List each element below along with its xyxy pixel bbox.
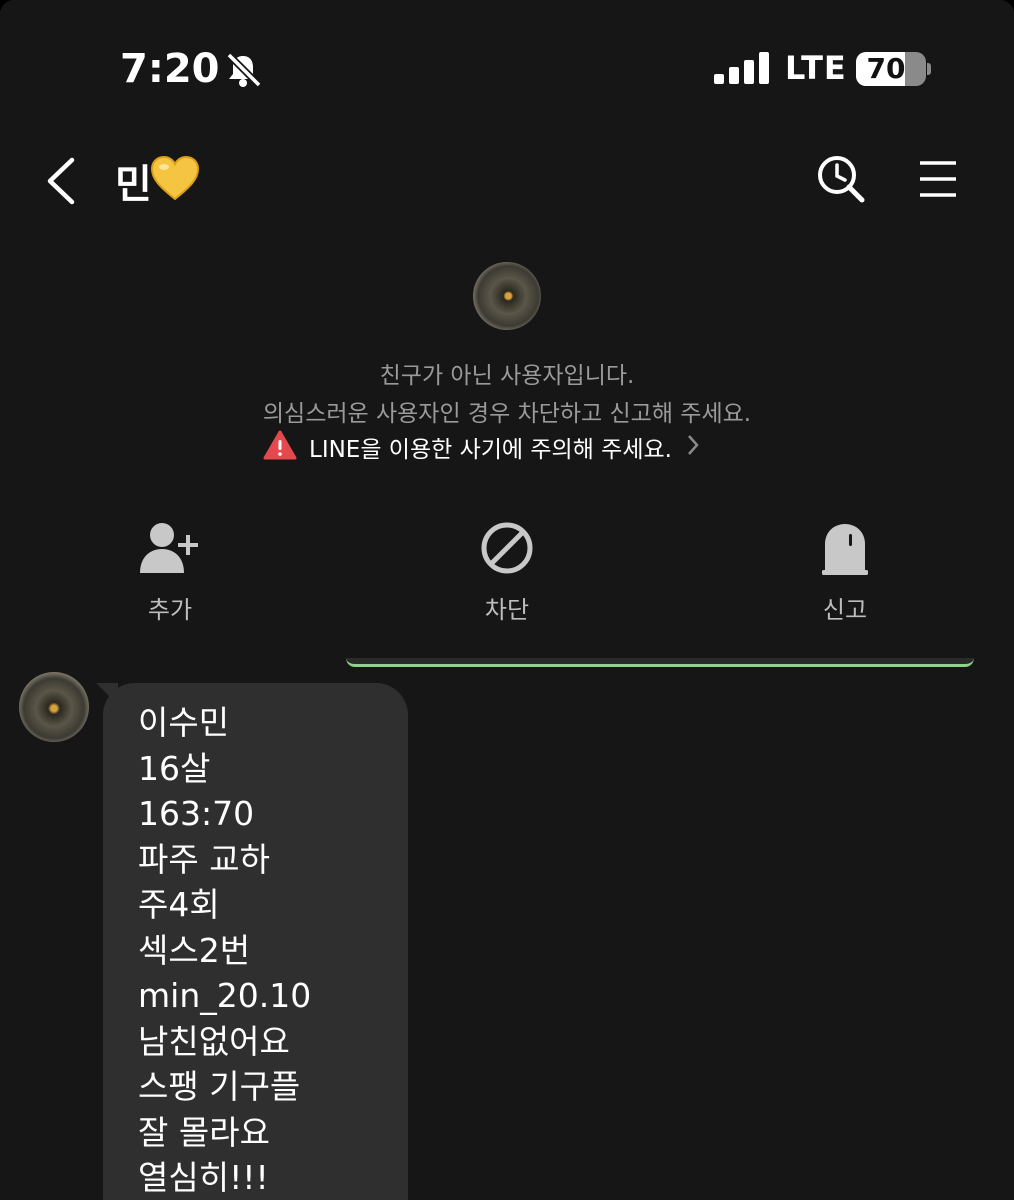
add-friend-icon	[110, 520, 230, 576]
add-friend-label: 추가	[147, 596, 193, 624]
chat-header-area: 7:20 LTE 70 민 친구가 아닌 사용자입니다. 의심스러운 사용자인 …	[0, 0, 1014, 664]
signal-icon	[714, 52, 770, 88]
message-line: min_20.10	[138, 976, 312, 1015]
chat-title: 민	[115, 162, 152, 208]
fraud-warning-link[interactable]: LINE을 이용한 사기에 주의해 주세요.	[263, 430, 700, 464]
chat-screen: 7:20 LTE 70 민 친구가 아닌 사용자입니다. 의심스러운 사용자인 …	[0, 0, 1014, 1200]
message-line: 잘 몰라요	[138, 1112, 270, 1152]
message-line: 열심히!!!	[138, 1158, 269, 1197]
suspicious-user-notice: 의심스러운 사용자인 경우 차단하고 신고해 주세요.	[262, 401, 752, 427]
message-line: 스팽 기구플	[138, 1067, 301, 1106]
not-friend-notice: 친구가 아닌 사용자입니다.	[379, 363, 635, 389]
add-friend-button[interactable]: 추가	[110, 520, 230, 625]
report-icon	[785, 520, 905, 576]
message-line: 파주 교하	[138, 839, 270, 879]
fraud-warning-text: LINE을 이용한 사기에 주의해 주세요.	[309, 437, 672, 463]
yellow-heart-icon	[150, 155, 200, 205]
message-line: 섹스2번	[138, 930, 251, 970]
network-label: LTE	[785, 49, 847, 87]
report-button[interactable]: 신고	[785, 520, 905, 625]
search-clock-icon[interactable]	[816, 154, 866, 208]
block-icon	[447, 520, 567, 576]
message-text: 이수민 16살 163:70 파주 교하 주4회 섹스2번 min_20.10 …	[138, 700, 311, 1200]
menu-icon[interactable]	[918, 160, 958, 202]
battery-cap	[927, 63, 931, 75]
message-line: 163:70	[138, 794, 255, 833]
message-bubble-edge	[346, 658, 974, 667]
message-line: 이수민	[138, 703, 230, 742]
block-button[interactable]: 차단	[447, 520, 567, 625]
block-label: 차단	[484, 596, 530, 624]
sender-avatar[interactable]	[19, 672, 89, 742]
report-label: 신고	[822, 596, 868, 624]
battery-icon: 70	[856, 52, 926, 86]
bell-slash-icon	[223, 52, 263, 92]
status-time: 7:20	[120, 46, 220, 92]
warning-icon	[263, 430, 297, 464]
profile-avatar[interactable]	[473, 262, 541, 330]
chevron-right-icon	[686, 433, 700, 461]
battery-level: 70	[866, 52, 906, 85]
back-chevron-icon[interactable]	[44, 156, 78, 210]
message-line: 16살	[138, 748, 211, 788]
message-line: 주4회	[138, 885, 220, 924]
message-line: 남친없어요	[138, 1021, 290, 1061]
